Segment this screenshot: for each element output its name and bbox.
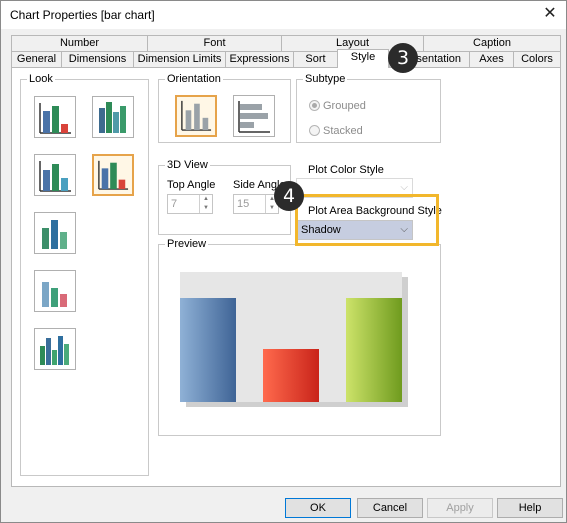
preview-label: Preview (165, 237, 209, 251)
preview-group: Preview (158, 237, 441, 436)
subtype-stacked-radio[interactable]: Stacked (309, 125, 363, 137)
vertical-bars-icon (181, 100, 212, 131)
tab-font[interactable]: Font (147, 35, 281, 51)
bar-style-icon (40, 336, 69, 365)
subtype-label: Subtype (303, 72, 348, 86)
look-option-bar-flat[interactable] (34, 96, 76, 138)
side-angle-value: 15 (237, 198, 250, 210)
top-angle-value: 7 (171, 198, 178, 210)
bar-style-icon (42, 282, 67, 307)
3d-view-group: 3D View Top Angle 7 ▲ ▼ Side Angle 15 ▲ ▼ (158, 158, 291, 235)
preview-chart (180, 272, 408, 407)
radio-unselected-icon (309, 125, 320, 136)
look-option-bar-glass[interactable] (34, 212, 76, 254)
subtype-grouped-label: Grouped (323, 100, 366, 112)
tab-general[interactable]: General (11, 51, 61, 67)
preview-bar-blue (180, 298, 236, 402)
side-angle-spinner[interactable]: 15 ▲ ▼ (233, 194, 279, 214)
tab-caption[interactable]: Caption (423, 35, 561, 51)
look-option-bar-gradient[interactable] (34, 270, 76, 312)
top-angle-spinner[interactable]: 7 ▲ ▼ (167, 194, 213, 214)
style-tab-panel: Look Orientation Subtype Grouped Stacked… (11, 67, 561, 487)
tab-number[interactable]: Number (11, 35, 147, 51)
bar-style-icon (39, 161, 71, 192)
cancel-button[interactable]: Cancel (357, 498, 423, 518)
bar-style-icon (99, 102, 126, 133)
spinner-arrows-icon[interactable]: ▲ ▼ (199, 195, 212, 213)
tab-sort[interactable]: Sort (293, 51, 337, 67)
tab-expressions[interactable]: Expressions (225, 51, 293, 67)
orientation-group: Orientation (158, 72, 291, 143)
orientation-vertical-option[interactable] (175, 95, 217, 137)
look-label: Look (27, 72, 55, 86)
close-icon[interactable]: ✕ (538, 3, 562, 25)
subtype-stacked-label: Stacked (323, 125, 363, 137)
look-option-bar-3d-cluster[interactable] (92, 96, 134, 138)
orientation-label: Orientation (165, 72, 223, 86)
tab-colors[interactable]: Colors (513, 51, 561, 67)
look-group: Look (20, 72, 149, 476)
bar-style-icon (42, 220, 67, 249)
tab-style[interactable]: Style (337, 49, 389, 68)
preview-bar-green (346, 298, 402, 402)
subtype-group: Subtype Grouped Stacked (296, 72, 441, 143)
callout-highlight-box (295, 194, 439, 246)
3d-view-label: 3D View (165, 158, 210, 172)
look-option-bar-cluster-3d[interactable] (34, 328, 76, 370)
window-title: Chart Properties [bar chart] (10, 8, 155, 22)
bar-style-icon (98, 160, 129, 190)
apply-button[interactable]: Apply (427, 498, 493, 518)
tab-dimensions[interactable]: Dimensions (61, 51, 133, 67)
callout-badge-3: 3 (388, 43, 418, 73)
title-bar: Chart Properties [bar chart] ✕ (1, 1, 566, 29)
help-button[interactable]: Help (497, 498, 563, 518)
bar-style-icon (39, 103, 71, 134)
subtype-grouped-radio[interactable]: Grouped (309, 100, 366, 112)
preview-bar-red (263, 349, 319, 402)
ok-button[interactable]: OK (285, 498, 351, 518)
plot-color-style-label: Plot Color Style (308, 164, 384, 176)
chart-properties-dialog: Chart Properties [bar chart] ✕ Number Fo… (0, 0, 567, 523)
look-option-bar-selected[interactable] (92, 154, 134, 196)
callout-badge-4: 4 (274, 181, 304, 211)
tab-dimension-limits[interactable]: Dimension Limits (133, 51, 225, 67)
tab-axes[interactable]: Axes (469, 51, 513, 67)
orientation-horizontal-option[interactable] (233, 95, 275, 137)
radio-selected-icon (309, 100, 320, 111)
horizontal-bars-icon (238, 101, 270, 133)
look-option-bar-3d[interactable] (34, 154, 76, 196)
top-angle-label: Top Angle (167, 179, 216, 191)
